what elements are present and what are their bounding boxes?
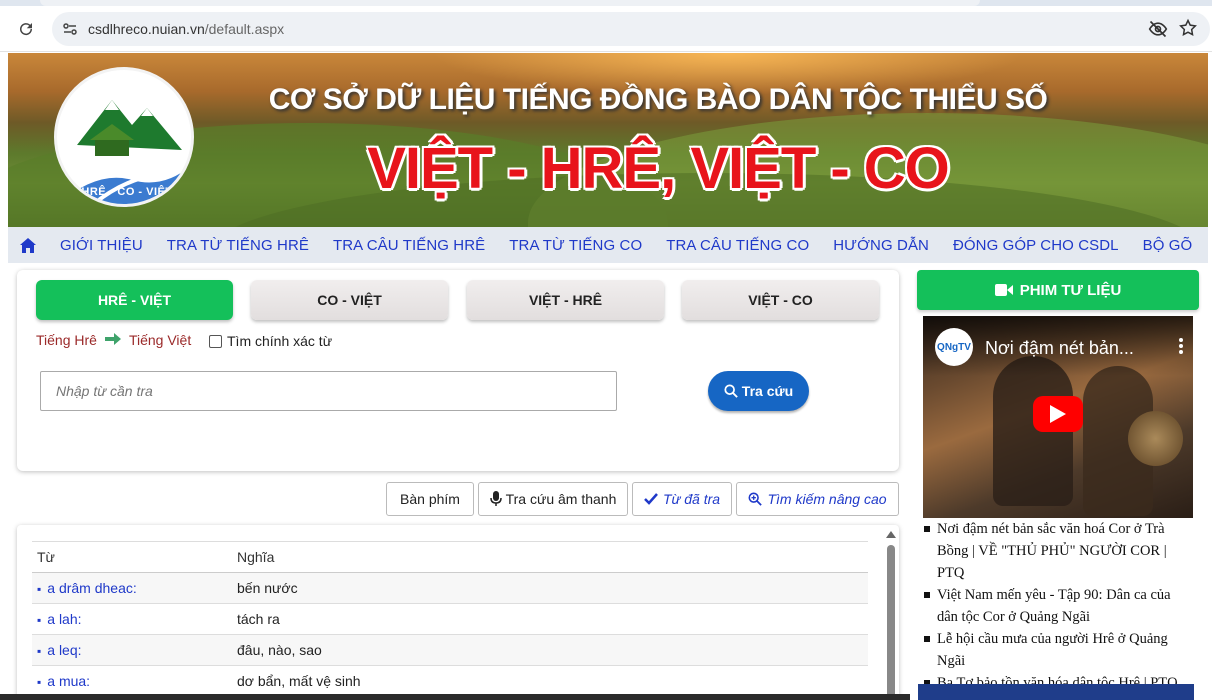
scroll-up-icon[interactable] (886, 531, 896, 538)
video-link[interactable]: Lễ hội cầu mưa của người Hrê ở Quảng Ngã… (937, 631, 1168, 669)
advanced-search-label: Tìm kiếm nâng cao (767, 491, 887, 507)
nav-item-tra-cau-hre[interactable]: TRA CÂU TIẾNG HRÊ (321, 237, 497, 254)
exact-match-label: Tìm chính xác từ (227, 333, 333, 349)
result-meaning: đâu, nào, sao (232, 634, 868, 666)
arrow-right-icon (104, 332, 121, 348)
microphone-icon (489, 491, 502, 506)
tab-hre-viet[interactable]: HRÊ - VIỆT (36, 280, 233, 320)
video-link[interactable]: Việt Nam mến yêu - Tập 90: Dân ca của dâ… (937, 587, 1171, 625)
video-gong (1128, 411, 1183, 466)
table-row[interactable]: a leq: đâu, nào, sao (32, 634, 868, 666)
result-meaning: tách ra (232, 603, 868, 635)
results-header-row: Từ Nghĩa (32, 541, 868, 573)
main-nav: GIỚI THIỆU TRA TỪ TIẾNG HRÊ TRA CÂU TIẾN… (8, 227, 1208, 263)
column-header-meaning: Nghĩa (232, 541, 868, 573)
sidebar-banner-ad[interactable] (918, 684, 1194, 700)
video-camera-icon (994, 284, 1013, 296)
nav-item-tra-tu-co[interactable]: TRA TỪ TIẾNG CO (497, 237, 654, 254)
search-panel: HRÊ - VIỆT CO - VIỆT VIỆT - HRÊ VIỆT - C… (17, 270, 899, 471)
history-button[interactable]: Từ đã tra (632, 482, 732, 516)
url-text: csdlhreco.nuian.vn/default.aspx (88, 21, 284, 37)
voice-search-label: Tra cứu âm thanh (505, 491, 617, 507)
table-row[interactable]: a mua: dơ bẩn, mất vệ sinh (32, 665, 868, 697)
language-direction: Tiếng Hrê Tiếng Việt (36, 332, 191, 348)
exact-match-option[interactable]: Tìm chính xác từ (209, 333, 332, 349)
search-icon (724, 384, 738, 398)
video-link[interactable]: Nơi đậm nét bản sắc văn hoá Cor ở Trà Bồ… (937, 521, 1167, 581)
advanced-search-button[interactable]: Tìm kiếm nâng cao (736, 482, 899, 516)
logo-text: HRÊ - CO - VIỆT (81, 186, 173, 198)
nav-item-dong-gop[interactable]: ĐÓNG GÓP CHO CSDL (941, 237, 1131, 254)
voice-search-button[interactable]: Tra cứu âm thanh (478, 482, 628, 516)
nav-item-bo-go[interactable]: BỘ GÕ (1131, 237, 1205, 254)
tab-viet-co[interactable]: VIỆT - CO (682, 280, 879, 320)
video-list: Nơi đậm nét bản sắc văn hoá Cor ở Trà Bồ… (922, 518, 1194, 694)
address-bar[interactable]: csdlhreco.nuian.vn/default.aspx (52, 12, 1210, 46)
url-path: /default.aspx (204, 21, 285, 37)
documentary-header: PHIM TƯ LIỆU (917, 270, 1199, 310)
star-icon[interactable] (1178, 18, 1198, 38)
exact-match-checkbox[interactable] (209, 334, 222, 348)
list-item[interactable]: Nơi đậm nét bản sắc văn hoá Cor ở Trà Bồ… (922, 518, 1194, 584)
results-table: Từ Nghĩa a drâm dheac: bến nước a lah: t… (32, 541, 868, 697)
column-header-word: Từ (32, 541, 232, 573)
result-word[interactable]: a mua: (32, 665, 232, 697)
result-meaning: bến nước (232, 572, 868, 604)
video-player[interactable]: QNgTV Nơi đậm nét bản... (923, 316, 1193, 518)
search-button[interactable]: Tra cứu (708, 371, 809, 411)
result-word[interactable]: a lah: (32, 603, 232, 635)
list-item[interactable]: Lễ hội cầu mưa của người Hrê ở Quảng Ngã… (922, 628, 1194, 672)
search-button-label: Tra cứu (741, 383, 794, 399)
from-language: Tiếng Hrê (36, 332, 97, 348)
keyboard-button[interactable]: Bàn phím (386, 482, 474, 516)
play-icon (1050, 405, 1066, 423)
more-vert-icon[interactable] (1179, 338, 1183, 359)
banner-title: CƠ SỞ DỮ LIỆU TIẾNG ĐỒNG BÀO DÂN TỘC THI… (268, 83, 1048, 116)
nav-item-tra-cau-co[interactable]: TRA CÂU TIẾNG CO (654, 237, 821, 254)
tab-viet-hre[interactable]: VIỆT - HRÊ (467, 280, 664, 320)
site-banner: HRÊ - CO - VIỆT CƠ SỞ DỮ LIỆU TIẾNG ĐỒNG… (8, 53, 1208, 227)
zoom-plus-icon (748, 492, 763, 506)
url-domain: csdlhreco.nuian.vn (88, 21, 205, 37)
results-panel: Từ Nghĩa a drâm dheac: bến nước a lah: t… (17, 525, 899, 700)
banner-subtitle: VIỆT - HRÊ, VIỆT - CO (367, 136, 950, 201)
results-scrollbar[interactable] (886, 531, 896, 700)
nav-item-huong-dan[interactable]: HƯỚNG DẪN (821, 237, 941, 254)
result-word[interactable]: a drâm dheac: (32, 572, 232, 604)
tab-co-viet[interactable]: CO - VIỆT (251, 280, 448, 320)
table-row[interactable]: a drâm dheac: bến nước (32, 572, 868, 604)
home-icon[interactable] (8, 227, 48, 263)
check-icon (644, 493, 658, 505)
site-logo[interactable]: HRÊ - CO - VIỆT (54, 67, 194, 207)
browser-toolbar: csdlhreco.nuian.vn/default.aspx (0, 6, 1212, 52)
eye-off-icon[interactable] (1148, 19, 1168, 39)
search-input[interactable] (40, 371, 617, 411)
documentary-header-label: PHIM TƯ LIỆU (1019, 281, 1122, 299)
list-item[interactable]: Việt Nam mến yêu - Tập 90: Dân ca của dâ… (922, 584, 1194, 628)
reload-icon[interactable] (14, 17, 38, 41)
nav-item-gioi-thieu[interactable]: GIỚI THIỆU (48, 237, 155, 254)
taskbar-strip (0, 694, 910, 700)
history-label: Từ đã tra (662, 491, 721, 507)
site-info-icon[interactable] (60, 19, 80, 39)
to-language: Tiếng Việt (128, 332, 192, 348)
video-title[interactable]: Nơi đậm nét bản... (985, 338, 1134, 359)
result-word[interactable]: a leq: (32, 634, 232, 666)
result-meaning: dơ bẩn, mất vệ sinh (232, 665, 868, 697)
table-row[interactable]: a lah: tách ra (32, 603, 868, 635)
play-button[interactable] (1033, 396, 1083, 432)
nav-item-tra-tu-hre[interactable]: TRA TỪ TIẾNG HRÊ (155, 237, 321, 254)
keyboard-label: Bàn phím (400, 491, 460, 507)
scrollbar-thumb[interactable] (887, 545, 895, 700)
channel-avatar[interactable]: QNgTV (935, 328, 973, 366)
